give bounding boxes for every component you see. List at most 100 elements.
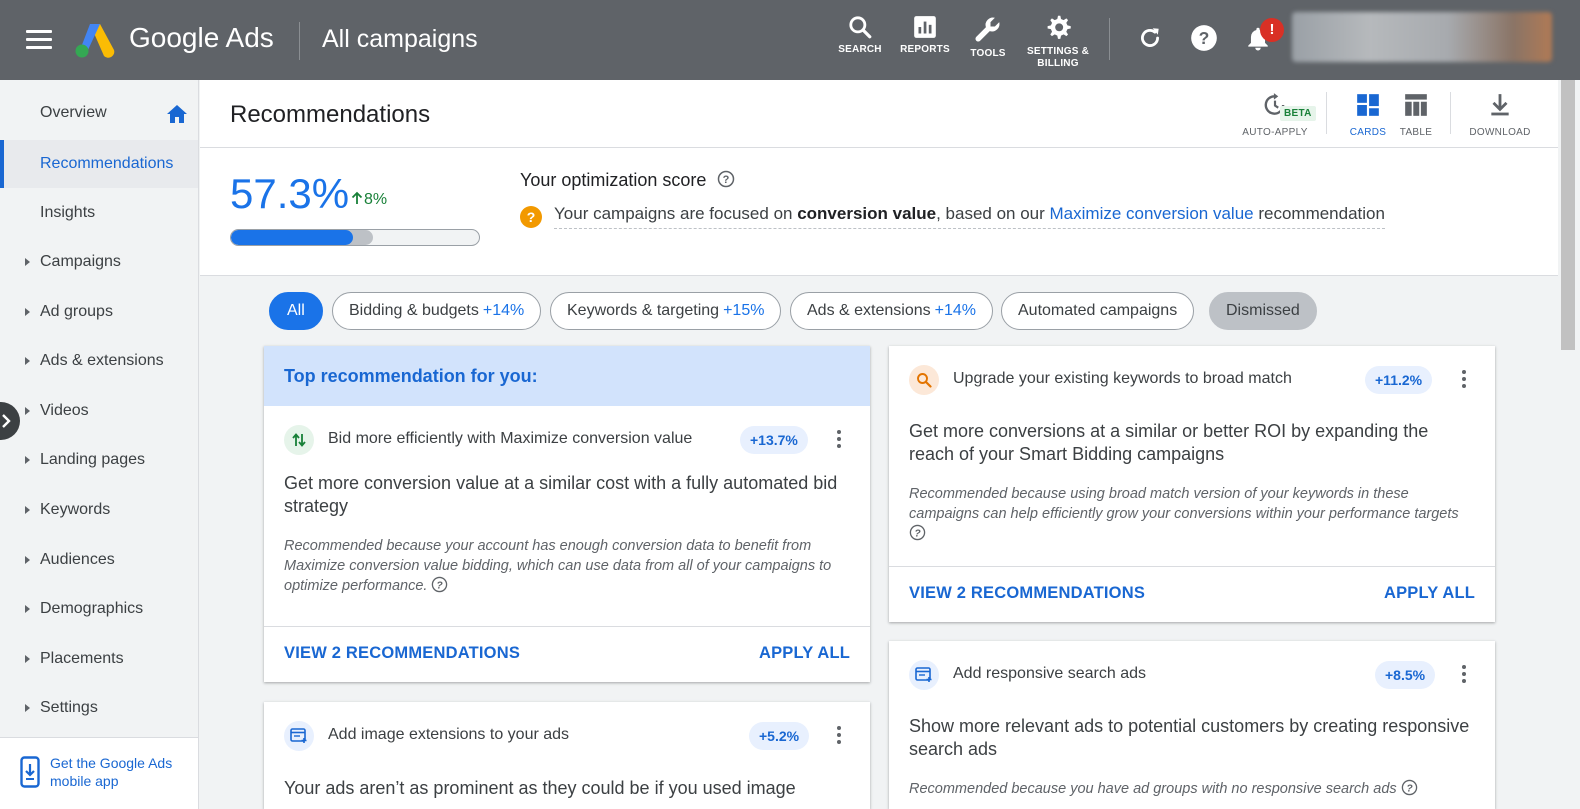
help-circle-icon[interactable]: ? [431, 576, 448, 593]
more-options-icon[interactable] [837, 726, 843, 747]
help-circle-icon[interactable]: ? [1401, 779, 1418, 796]
sidebar-item-label: Insights [40, 204, 96, 221]
wrench-icon [975, 17, 1000, 42]
sidebar-item-placements[interactable]: Placements [0, 636, 198, 682]
sidebar-item-demographics[interactable]: Demographics [0, 586, 198, 632]
help-circle-icon[interactable]: ? [717, 170, 735, 188]
recommendation-card-image-extensions: Add image extensions to your ads +5.2% Y… [264, 702, 870, 809]
recommendation-header: Add responsive search ads +8.5% [889, 641, 1495, 707]
refresh-button[interactable] [1137, 24, 1163, 57]
sidebar-item-ads-extensions[interactable]: Ads & extensions [0, 338, 198, 384]
sidebar-item-landing-pages[interactable]: Landing pages [0, 437, 198, 483]
ad-extension-icon [284, 721, 314, 751]
more-options-icon[interactable] [837, 430, 843, 451]
search-button[interactable]: SEARCH [838, 14, 882, 56]
sidebar-item-label: Audiences [40, 551, 115, 568]
filter-chip-dismissed[interactable]: Dismissed [1209, 292, 1317, 330]
maximize-conversion-value-link[interactable]: Maximize conversion value [1050, 204, 1254, 223]
sidebar-item-label: Landing pages [40, 451, 145, 468]
filter-chip-ads-extensions[interactable]: Ads & extensions +14% [790, 292, 993, 330]
google-ads-logo [75, 24, 115, 58]
sidebar-item-insights[interactable]: Insights [0, 190, 198, 236]
settings-label: SETTINGS & BILLING [1026, 46, 1089, 69]
recommendation-card-maximize-conversion-value: Top recommendation for you: Bid more eff… [264, 346, 870, 682]
ad-extension-icon [909, 660, 939, 690]
account-switcher[interactable] [1292, 12, 1552, 62]
cards-view-button[interactable]: CARDS [1346, 92, 1390, 138]
filter-chip-all[interactable]: All [269, 292, 323, 330]
sidebar-item-label: Settings [40, 699, 98, 716]
sidebar-item-videos[interactable]: Videos [0, 388, 198, 434]
filter-chip-automated-campaigns[interactable]: Automated campaigns [1001, 292, 1195, 330]
recommendation-reason: Recommended because your account has eno… [284, 538, 832, 594]
reports-button[interactable]: REPORTS [900, 14, 950, 56]
phone-download-icon [20, 756, 40, 788]
sidebar-item-label: Keywords [40, 501, 111, 518]
filter-chip-bidding-budgets[interactable]: Bidding & budgets +14% [332, 292, 542, 330]
filter-chip-keywords-targeting[interactable]: Keywords & targeting +15% [550, 292, 782, 330]
header-separator [1450, 92, 1451, 134]
sidebar-item-keywords[interactable]: Keywords [0, 487, 198, 533]
menu-icon[interactable] [26, 30, 52, 50]
campaign-scope[interactable]: All campaigns [322, 25, 478, 54]
header-divider [299, 22, 300, 60]
sidebar-item-settings[interactable]: Settings [0, 685, 198, 731]
caret-right-icon [25, 308, 30, 316]
table-view-label: TABLE [1399, 127, 1433, 138]
gear-icon [1047, 15, 1071, 39]
search-label: SEARCH [838, 44, 882, 55]
search-icon [849, 16, 872, 39]
svg-text:?: ? [1199, 28, 1210, 48]
svg-text:?: ? [437, 580, 444, 591]
svg-text:?: ? [1406, 783, 1413, 794]
more-options-icon[interactable] [1462, 370, 1468, 391]
home-icon[interactable] [166, 104, 188, 124]
view-recommendations-button[interactable]: VIEW 2 RECOMMENDATIONS [909, 584, 1145, 603]
header-divider-2 [1109, 18, 1110, 60]
recommendation-title: Bid more efficiently with Maximize conve… [328, 430, 693, 447]
auto-apply-label: AUTO-APPLY [1242, 127, 1308, 138]
sidebar-item-label: Placements [40, 650, 124, 667]
mobile-app-promo[interactable]: Get the Google Ads mobile app [0, 737, 198, 809]
apply-all-button[interactable]: APPLY ALL [759, 644, 850, 663]
arrow-up-icon [351, 191, 363, 204]
card-actions: VIEW 2 RECOMMENDATIONS APPLY ALL [889, 566, 1495, 622]
sidebar-item-campaigns[interactable]: Campaigns [0, 239, 198, 285]
apply-all-button[interactable]: APPLY ALL [1384, 584, 1475, 603]
sidebar-item-label: Campaigns [40, 253, 121, 270]
sidebar-item-recommendations[interactable]: Recommendations [0, 140, 198, 188]
caret-right-icon [25, 456, 30, 464]
view-recommendations-button[interactable]: VIEW 2 RECOMMENDATIONS [284, 644, 520, 663]
caret-right-icon [25, 605, 30, 613]
sidebar-item-label: Recommendations [40, 155, 174, 172]
svg-text:?: ? [723, 174, 730, 186]
keyword-search-icon [909, 365, 939, 395]
caret-right-icon [25, 258, 30, 266]
scrollbar-thumb[interactable] [1561, 80, 1575, 350]
sidebar-item-label: Overview [40, 104, 107, 121]
sidebar-item-ad-groups[interactable]: Ad groups [0, 289, 198, 335]
help-circle-icon[interactable]: ? [909, 524, 926, 541]
sidebar-item-label: Ad groups [40, 303, 113, 320]
cards-view-label: CARDS [1349, 127, 1387, 138]
caret-right-icon [25, 357, 30, 365]
recommendation-card-broad-match: Upgrade your existing keywords to broad … [889, 346, 1495, 622]
svg-text:?: ? [914, 528, 921, 539]
help-button[interactable]: ? [1190, 24, 1218, 57]
score-uplift-badge: +5.2% [749, 722, 810, 750]
table-view-button[interactable]: TABLE [1396, 92, 1436, 138]
mobile-app-link[interactable]: Get the Google Ads mobile app [50, 754, 180, 790]
settings-billing-button[interactable]: SETTINGS & BILLING [1026, 14, 1090, 70]
recommendation-header: Bid more efficiently with Maximize conve… [264, 406, 870, 472]
sidebar-item-label: Ads & extensions [40, 352, 164, 369]
bidding-arrows-icon [284, 425, 314, 455]
recommendation-description: Get more conversions at a similar or bet… [909, 421, 1429, 464]
tools-button[interactable]: TOOLS [968, 14, 1008, 60]
sidebar-item-audiences[interactable]: Audiences [0, 537, 198, 583]
recommendation-title: Add image extensions to your ads [328, 726, 570, 743]
caret-right-icon [25, 655, 30, 663]
card-actions: VIEW 2 RECOMMENDATIONS APPLY ALL [264, 626, 870, 682]
more-options-icon[interactable] [1462, 665, 1468, 686]
product-name[interactable]: Google Ads [129, 22, 274, 54]
download-button[interactable]: DOWNLOAD [1468, 92, 1532, 138]
